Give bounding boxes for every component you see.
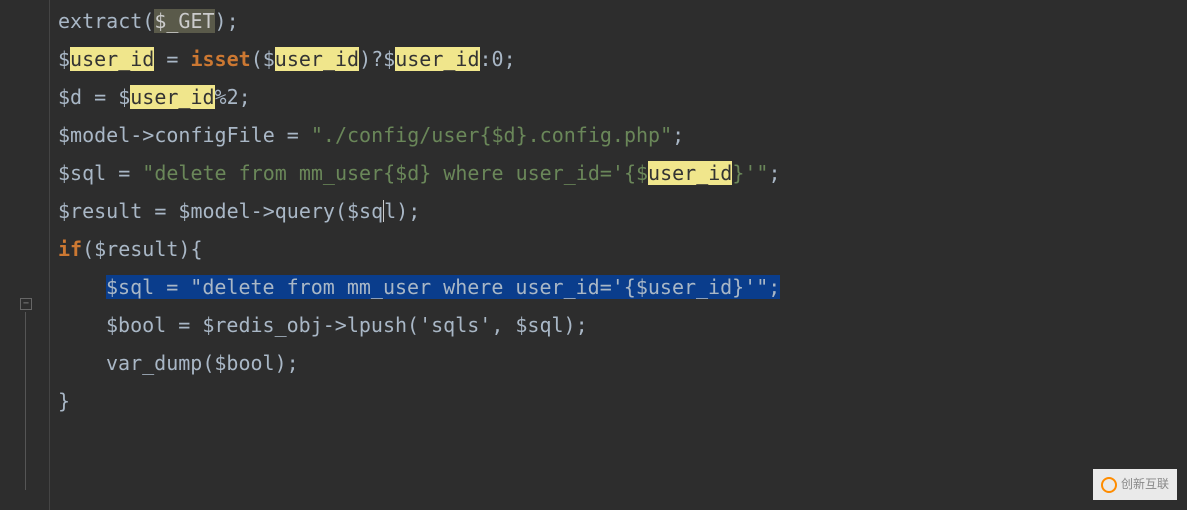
gutter: − [0,0,50,510]
highlight-yellow: user_id [648,161,732,185]
highlight-gray: $_GET [154,9,214,33]
watermark-text: 创新互联 [1121,473,1169,496]
code-token: )?$ [359,47,395,71]
highlight-yellow: user_id [70,47,154,71]
string-token: "./config/user{$d}.config.php" [311,123,672,147]
code-token: ; [768,275,780,299]
code-token: ; [768,161,780,185]
highlight-yellow: user_id [395,47,479,71]
code-token: $result = $model->query($sq [58,199,383,223]
code-line: $bool = $redis_obj->lpush('sqls', $sql); [58,306,1187,344]
code-line: $sql = "delete from mm_user{$d} where us… [58,154,1187,192]
code-token: ($result){ [82,237,202,261]
code-token: $sql = [58,161,142,185]
highlight-yellow: user_id [130,85,214,109]
code-editor[interactable]: − extract($_GET); $user_id = isset($user… [0,0,1187,510]
watermark-logo-icon [1101,477,1117,493]
code-line: extract($_GET); [58,2,1187,40]
code-token: extract( [58,9,154,33]
string-token: "delete from mm_user where user_id='{$us… [190,275,768,299]
highlight-yellow: user_id [275,47,359,71]
code-token: $model->configFile = [58,123,311,147]
code-line: $d = $user_id%2; [58,78,1187,116]
code-line: } [58,382,1187,420]
code-line: $sql = "delete from mm_user where user_i… [58,268,1187,306]
fold-collapse-icon[interactable]: − [20,298,32,310]
code-line: $user_id = isset($user_id)?$user_id:0; [58,40,1187,78]
code-token: $ [58,47,70,71]
code-token: } [58,389,70,413]
code-line: if($result){ [58,230,1187,268]
code-token: $d = $ [58,85,130,109]
code-token: %2; [215,85,251,109]
fold-guide-line [25,312,26,490]
code-token: :0; [480,47,516,71]
code-token: ); [215,9,239,33]
code-token: ; [672,123,684,147]
code-token: $sql = [106,275,190,299]
code-token: $bool = $redis_obj->lpush('sqls', $sql); [106,313,588,337]
code-token: l); [384,199,420,223]
keyword-token: isset [190,47,250,71]
selection-highlight: $sql = "delete from mm_user where user_i… [106,275,780,299]
code-line: $result = $model->query($sql); [58,192,1187,230]
code-content[interactable]: extract($_GET); $user_id = isset($user_i… [50,0,1187,510]
code-line: $model->configFile = "./config/user{$d}.… [58,116,1187,154]
code-token: ($ [251,47,275,71]
string-token: }'" [732,161,768,185]
string-token: "delete from mm_user{$d} where user_id='… [142,161,648,185]
code-token: var_dump($bool); [106,351,299,375]
watermark-badge: 创新互联 [1093,469,1177,500]
code-token: = [154,47,190,71]
keyword-token: if [58,237,82,261]
code-line: var_dump($bool); [58,344,1187,382]
text-cursor-icon [383,200,384,222]
